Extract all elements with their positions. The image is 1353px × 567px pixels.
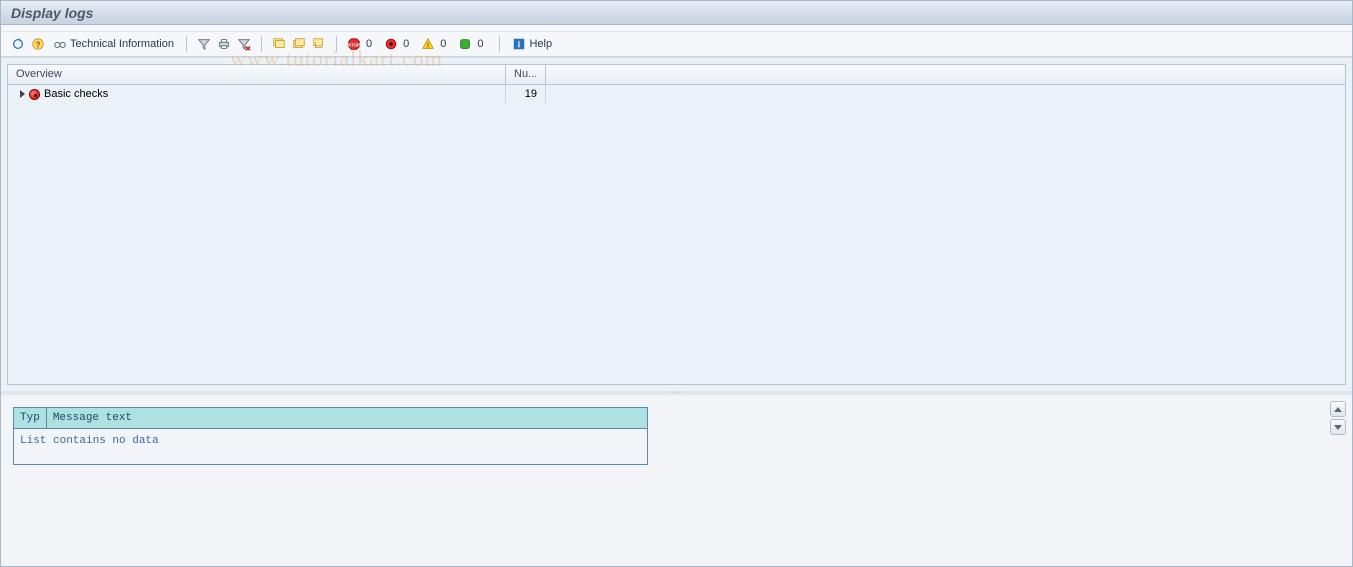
scroll-down-button[interactable] xyxy=(1330,419,1346,435)
scroll-buttons xyxy=(1330,401,1346,437)
grid-header: Overview Nu... xyxy=(8,65,1345,85)
separator xyxy=(261,36,262,52)
refresh-icon xyxy=(11,37,25,51)
cancel-filter-button[interactable]: STOP xyxy=(345,35,363,53)
hierarchy-button[interactable] xyxy=(310,35,328,53)
col-header-msgtext[interactable]: Message text xyxy=(46,408,647,429)
message-table: Typ Message text List contains no data xyxy=(13,407,648,465)
row-overview-cell[interactable]: Basic checks xyxy=(8,85,506,103)
expand-icon[interactable] xyxy=(20,90,25,98)
col-header-overview[interactable]: Overview xyxy=(8,65,506,84)
svg-text:i: i xyxy=(518,40,520,50)
stop-icon: STOP xyxy=(347,37,361,51)
help-label: Help xyxy=(529,38,552,50)
toolbar: ? Technical Information STOP 0 0 ! 0 0 i… xyxy=(1,31,1352,57)
success-icon xyxy=(458,37,472,51)
scroll-up-button[interactable] xyxy=(1330,401,1346,417)
help-button[interactable]: i Help xyxy=(508,35,556,53)
table-row: List contains no data xyxy=(14,429,648,465)
title-bar: Display logs xyxy=(1,1,1352,25)
empty-message: List contains no data xyxy=(14,429,648,465)
question-icon: ? xyxy=(31,37,45,51)
col-header-blank xyxy=(546,65,1345,84)
info-icon: i xyxy=(512,37,526,51)
svg-text:STOP: STOP xyxy=(348,43,360,48)
overview-grid: Overview Nu... Basic checks 19 xyxy=(7,64,1346,385)
print-button[interactable] xyxy=(215,35,233,53)
cancel-count: 0 xyxy=(366,38,372,50)
printer-icon xyxy=(217,37,231,51)
success-count: 0 xyxy=(477,38,483,50)
warning-filter-button[interactable]: ! xyxy=(419,35,437,53)
separator xyxy=(186,36,187,52)
collapse-all-icon xyxy=(292,37,306,51)
arrow-up-icon xyxy=(1334,407,1342,412)
warning-count: 0 xyxy=(440,38,446,50)
refresh-button[interactable] xyxy=(9,35,27,53)
svg-text:?: ? xyxy=(36,41,41,50)
separator xyxy=(499,36,500,52)
row-count-cell: 19 xyxy=(506,85,546,103)
separator xyxy=(336,36,337,52)
arrow-down-icon xyxy=(1334,425,1342,430)
warning-icon: ! xyxy=(421,37,435,51)
filter-button[interactable] xyxy=(195,35,213,53)
error-icon xyxy=(384,37,398,51)
error-status-icon xyxy=(29,89,40,100)
svg-text:!: ! xyxy=(427,43,429,50)
main-area: Overview Nu... Basic checks 19 xyxy=(1,57,1352,391)
page-title: Display logs xyxy=(11,5,93,21)
collapse-all-button[interactable] xyxy=(290,35,308,53)
col-header-typ[interactable]: Typ xyxy=(14,408,47,429)
messages-area: Typ Message text List contains no data xyxy=(1,395,1352,557)
help-popup-button[interactable]: ? xyxy=(29,35,47,53)
expand-all-button[interactable] xyxy=(270,35,288,53)
table-row[interactable]: Basic checks 19 xyxy=(8,85,1345,103)
row-label: Basic checks xyxy=(44,88,108,100)
filter-reset-icon xyxy=(237,37,251,51)
filter-delete-button[interactable] xyxy=(235,35,253,53)
filter-icon xyxy=(197,37,211,51)
tree-icon xyxy=(312,37,326,51)
technical-info-label: Technical Information xyxy=(70,38,174,50)
glasses-icon xyxy=(53,37,67,51)
row-count: 19 xyxy=(525,88,537,100)
col-header-number[interactable]: Nu... xyxy=(506,65,546,84)
success-filter-button[interactable] xyxy=(456,35,474,53)
expand-all-icon xyxy=(272,37,286,51)
error-filter-button[interactable] xyxy=(382,35,400,53)
grid-body[interactable]: Basic checks 19 xyxy=(8,85,1345,384)
error-count: 0 xyxy=(403,38,409,50)
technical-info-button[interactable]: Technical Information xyxy=(49,35,178,53)
